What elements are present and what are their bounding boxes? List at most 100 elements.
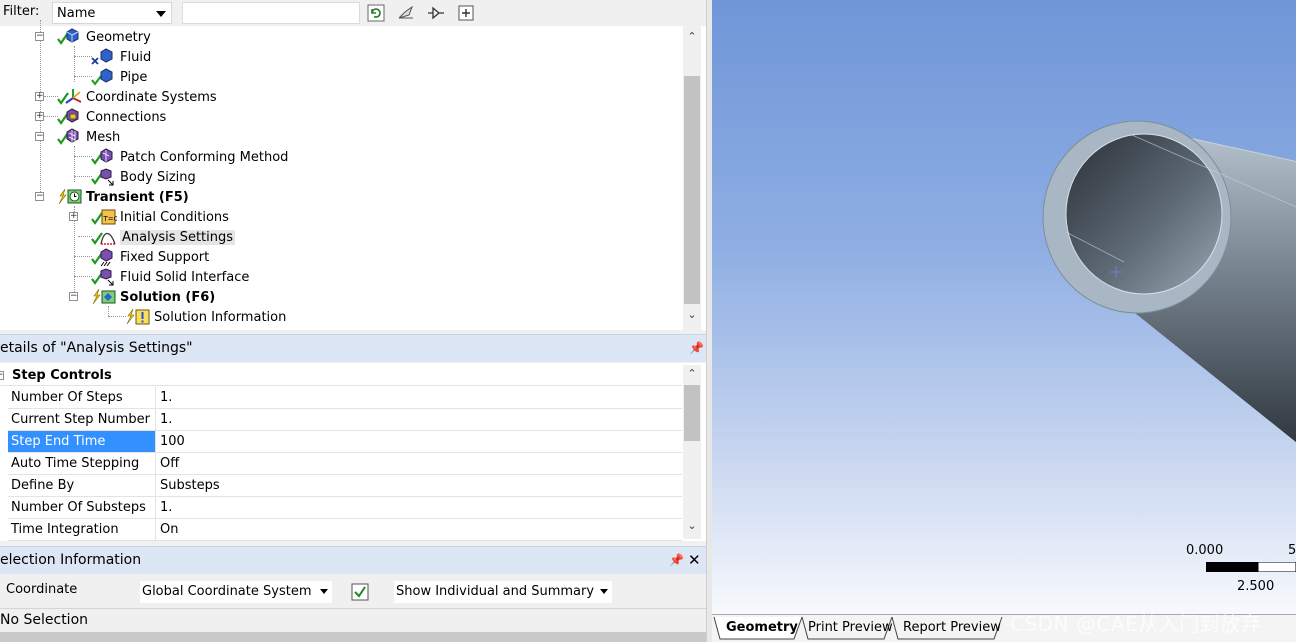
- group-collapse-toggle[interactable]: −: [0, 371, 4, 380]
- refresh-icon[interactable]: [366, 3, 386, 23]
- scale-bar: [1206, 562, 1296, 572]
- tree-label-patch-conforming-method: Patch Conforming Method: [120, 149, 289, 165]
- scroll-up-icon[interactable]: ⌃: [683, 30, 701, 46]
- tree-item-fluid-solid-interface[interactable]: Fluid Solid Interface: [91, 267, 249, 287]
- tree-item-connections[interactable]: Connections: [57, 107, 166, 127]
- analysis-settings-icon: [91, 232, 116, 245]
- suppressed-body-icon: [91, 48, 113, 65]
- tree-item-fixed-support[interactable]: Fixed Support: [91, 247, 209, 267]
- graphics-viewport[interactable]: 0.000 5 2.500: [712, 0, 1296, 614]
- property-value[interactable]: 1.: [160, 412, 172, 427]
- selection-panel-footer: [0, 632, 706, 642]
- tree-label-coordinate-systems: Coordinate Systems: [86, 89, 217, 105]
- details-scrollbar-thumb[interactable]: [684, 385, 700, 441]
- tree-item-geometry[interactable]: Geometry: [57, 27, 151, 47]
- scale-label-end: 5: [1288, 543, 1296, 558]
- coordinate-systems-expand-toggle[interactable]: +: [35, 92, 44, 101]
- filter-dropdown[interactable]: Name: [52, 2, 172, 24]
- scroll-down-icon[interactable]: ⌄: [683, 308, 701, 324]
- details-row-time-integration[interactable]: Time Integration On: [8, 519, 682, 541]
- details-row-step-end-time[interactable]: Step End Time 100: [8, 431, 682, 453]
- tree-item-transient[interactable]: Transient (F5): [57, 187, 189, 207]
- filter-label: Filter:: [3, 4, 40, 19]
- tree-item-solution-information[interactable]: Solution Information: [125, 307, 286, 327]
- tree-label-body-sizing: Body Sizing: [120, 169, 196, 185]
- pipe-model[interactable]: [712, 0, 1296, 614]
- pin-icon[interactable]: 📌: [689, 341, 704, 355]
- details-row-number-of-steps[interactable]: Number Of Steps 1.: [8, 387, 682, 409]
- display-mode-value: Show Individual and Summary: [396, 584, 595, 599]
- details-scrollbar[interactable]: ⌃ ⌄: [683, 365, 701, 539]
- tree-label-analysis-settings: Analysis Settings: [120, 229, 236, 245]
- geometry-icon: [57, 28, 79, 45]
- property-name: Step End Time: [8, 431, 156, 452]
- tree-scrollbar[interactable]: ⌃ ⌄: [683, 26, 701, 330]
- property-value[interactable]: 100: [160, 434, 185, 449]
- tree-item-body-sizing[interactable]: Body Sizing: [91, 167, 196, 187]
- tree-label-transient: Transient (F5): [86, 189, 189, 205]
- solution-collapse-toggle[interactable]: −: [69, 292, 78, 301]
- transient-collapse-toggle[interactable]: −: [35, 192, 44, 201]
- tree-item-pipe[interactable]: Pipe: [91, 67, 147, 87]
- solution-information-icon: [126, 308, 150, 325]
- coordinate-system-value: Global Coordinate System: [142, 584, 312, 599]
- geometry-collapse-toggle[interactable]: −: [35, 32, 44, 41]
- scale-label-mid: 2.500: [1237, 579, 1275, 594]
- transient-analysis-icon: [58, 188, 82, 205]
- property-value[interactable]: On: [160, 522, 178, 537]
- filter-icon[interactable]: [426, 3, 446, 23]
- scale-label-start: 0.000: [1186, 543, 1224, 558]
- chevron-down-icon: [156, 11, 166, 17]
- selection-status: No Selection: [0, 608, 706, 632]
- selection-panel-header: election Information 📌 ✕: [0, 546, 706, 574]
- details-row-number-of-substeps[interactable]: Number Of Substeps 1.: [8, 497, 682, 519]
- connections-icon: [57, 108, 79, 125]
- tree-item-solution[interactable]: Solution (F6): [91, 287, 215, 307]
- initial-conditions-icon: T=0: [91, 209, 117, 225]
- connections-expand-toggle[interactable]: +: [35, 112, 44, 121]
- display-mode-dropdown[interactable]: Show Individual and Summary: [394, 581, 612, 603]
- details-row-auto-time-stepping[interactable]: Auto Time Stepping Off: [8, 453, 682, 475]
- property-name: Auto Time Stepping: [8, 453, 156, 474]
- details-row-define-by[interactable]: Define By Substeps: [8, 475, 682, 497]
- collapse-all-icon[interactable]: [456, 3, 476, 23]
- tree-item-coordinate-systems[interactable]: Coordinate Systems: [57, 87, 217, 107]
- property-name: Number Of Steps: [8, 387, 156, 408]
- selection-toolbar: Coordinate Global Coordinate System Show…: [0, 574, 706, 608]
- details-group-label: Step Controls: [12, 368, 112, 383]
- property-value[interactable]: Substeps: [160, 478, 220, 493]
- close-icon[interactable]: ✕: [688, 551, 701, 569]
- property-value[interactable]: 1.: [160, 390, 172, 405]
- tab-print-preview[interactable]: Print Preview: [808, 620, 893, 635]
- tab-report-preview[interactable]: Report Preview: [903, 620, 1001, 635]
- initial-conditions-expand-toggle[interactable]: +: [69, 212, 78, 221]
- property-name: Time Integration: [8, 519, 156, 540]
- tree-item-analysis-settings[interactable]: Analysis Settings: [91, 227, 236, 247]
- tree-item-initial-conditions[interactable]: T=0 Initial Conditions: [91, 207, 229, 227]
- outline-tree: − + + − − + − Geometry Fluid Pipe Coordi…: [0, 20, 706, 330]
- chevron-down-icon: [320, 589, 328, 594]
- details-row-current-step-number[interactable]: Current Step Number 1.: [8, 409, 682, 431]
- scroll-down-icon[interactable]: ⌄: [683, 519, 701, 535]
- details-group-step-controls[interactable]: − Step Controls: [0, 365, 682, 386]
- property-name: Number Of Substeps: [8, 497, 156, 518]
- pin-icon[interactable]: 📌: [669, 553, 684, 567]
- tree-item-mesh[interactable]: Mesh: [57, 127, 120, 147]
- check-icon[interactable]: [350, 582, 370, 602]
- tree-item-patch-conforming-method[interactable]: Patch Conforming Method: [91, 147, 288, 167]
- filter-search-input[interactable]: [182, 2, 360, 24]
- tree-scrollbar-thumb[interactable]: [684, 76, 700, 304]
- property-value[interactable]: 1.: [160, 500, 172, 515]
- mesh-collapse-toggle[interactable]: −: [35, 132, 44, 141]
- tab-geometry[interactable]: Geometry: [726, 620, 798, 635]
- tree-item-fluid[interactable]: Fluid: [91, 47, 151, 67]
- coordinate-system-dropdown[interactable]: Global Coordinate System: [140, 581, 332, 603]
- tree-label-solution: Solution (F6): [120, 289, 216, 305]
- body-icon: [91, 68, 113, 86]
- expand-icon[interactable]: [396, 3, 416, 23]
- scroll-up-icon[interactable]: ⌃: [683, 367, 701, 383]
- property-value[interactable]: Off: [160, 456, 179, 471]
- selection-panel-title: election Information: [0, 552, 142, 568]
- coordinate-label: Coordinate: [6, 582, 78, 597]
- details-panel-header: etails of "Analysis Settings" 📌: [0, 334, 706, 362]
